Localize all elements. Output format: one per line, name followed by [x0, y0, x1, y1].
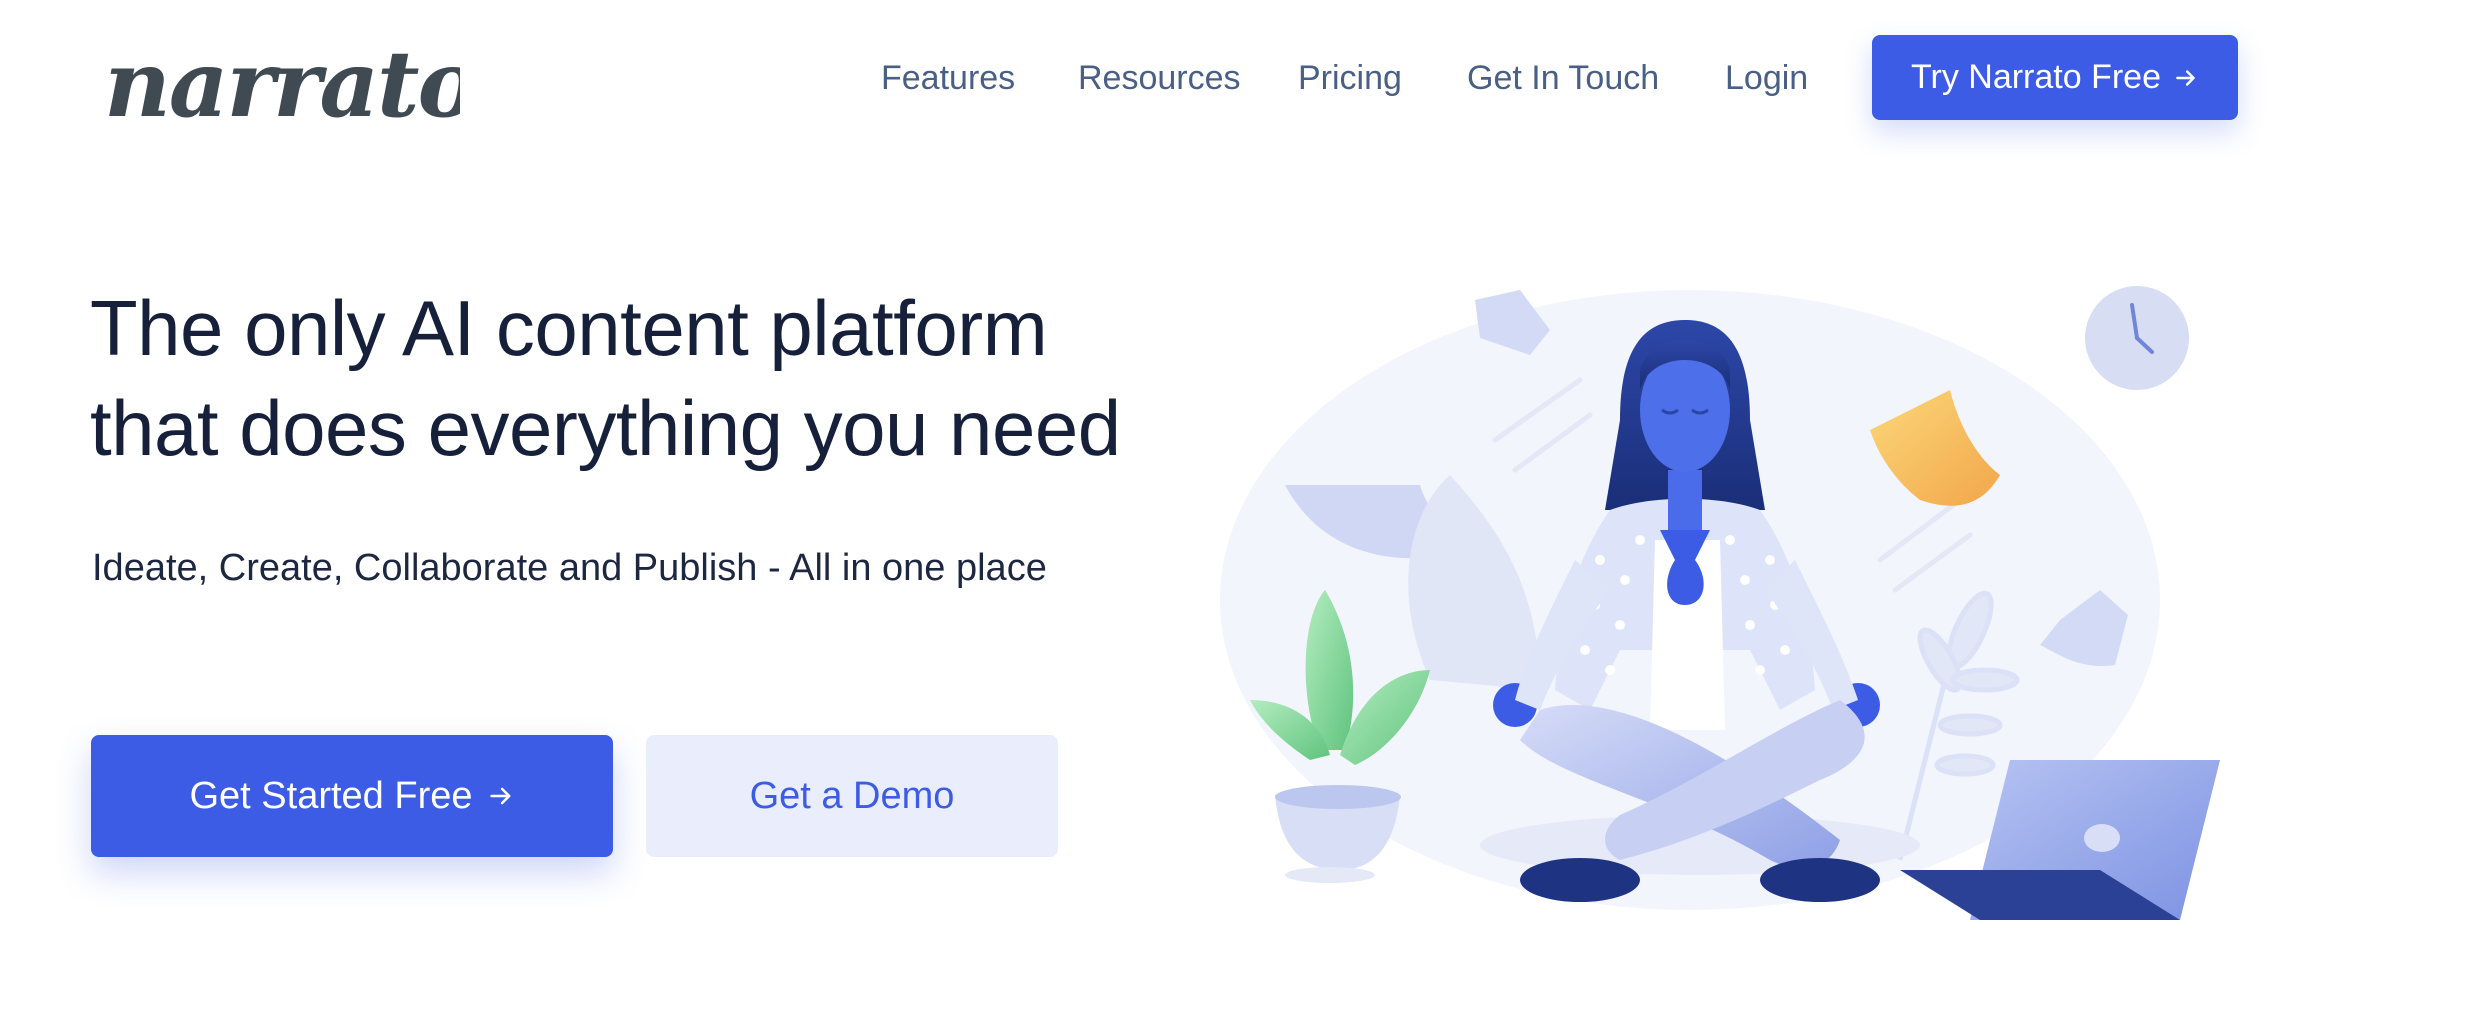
- hero-subtitle: Ideate, Create, Collaborate and Publish …: [92, 547, 1047, 589]
- nav-link-features[interactable]: Features: [881, 57, 1015, 99]
- arrow-right-icon: [2176, 69, 2195, 86]
- hero-title-line-2: that does everything you need: [90, 384, 1121, 472]
- get-a-demo-button[interactable]: Get a Demo: [646, 735, 1058, 857]
- main-nav: Features Resources Pricing Get In Touch …: [0, 35, 2478, 121]
- nav-link-get-in-touch[interactable]: Get In Touch: [1467, 57, 1659, 99]
- hero-title-line-1: The only AI content platform: [90, 284, 1048, 372]
- try-narrato-free-label: Try Narrato Free: [1910, 58, 2161, 96]
- meditating-woman-illustration: [1220, 286, 2220, 920]
- hero-title: The only AI content platform that does e…: [90, 278, 1190, 478]
- get-a-demo-label: Get a Demo: [749, 774, 955, 817]
- nav-link-pricing[interactable]: Pricing: [1298, 57, 1402, 99]
- nav-link-login[interactable]: Login: [1725, 57, 1808, 99]
- get-started-free-button[interactable]: Get Started Free: [91, 735, 613, 857]
- woman-right-foot: [1760, 858, 1880, 902]
- nav-link-resources[interactable]: Resources: [1078, 57, 1241, 99]
- clock-icon: [2085, 286, 2189, 390]
- try-narrato-free-button[interactable]: Try Narrato Free: [1872, 35, 2238, 120]
- get-started-free-label: Get Started Free: [189, 774, 473, 817]
- woman-left-foot: [1520, 858, 1640, 902]
- arrow-right-icon: [489, 787, 510, 805]
- woman-neck: [1668, 470, 1702, 530]
